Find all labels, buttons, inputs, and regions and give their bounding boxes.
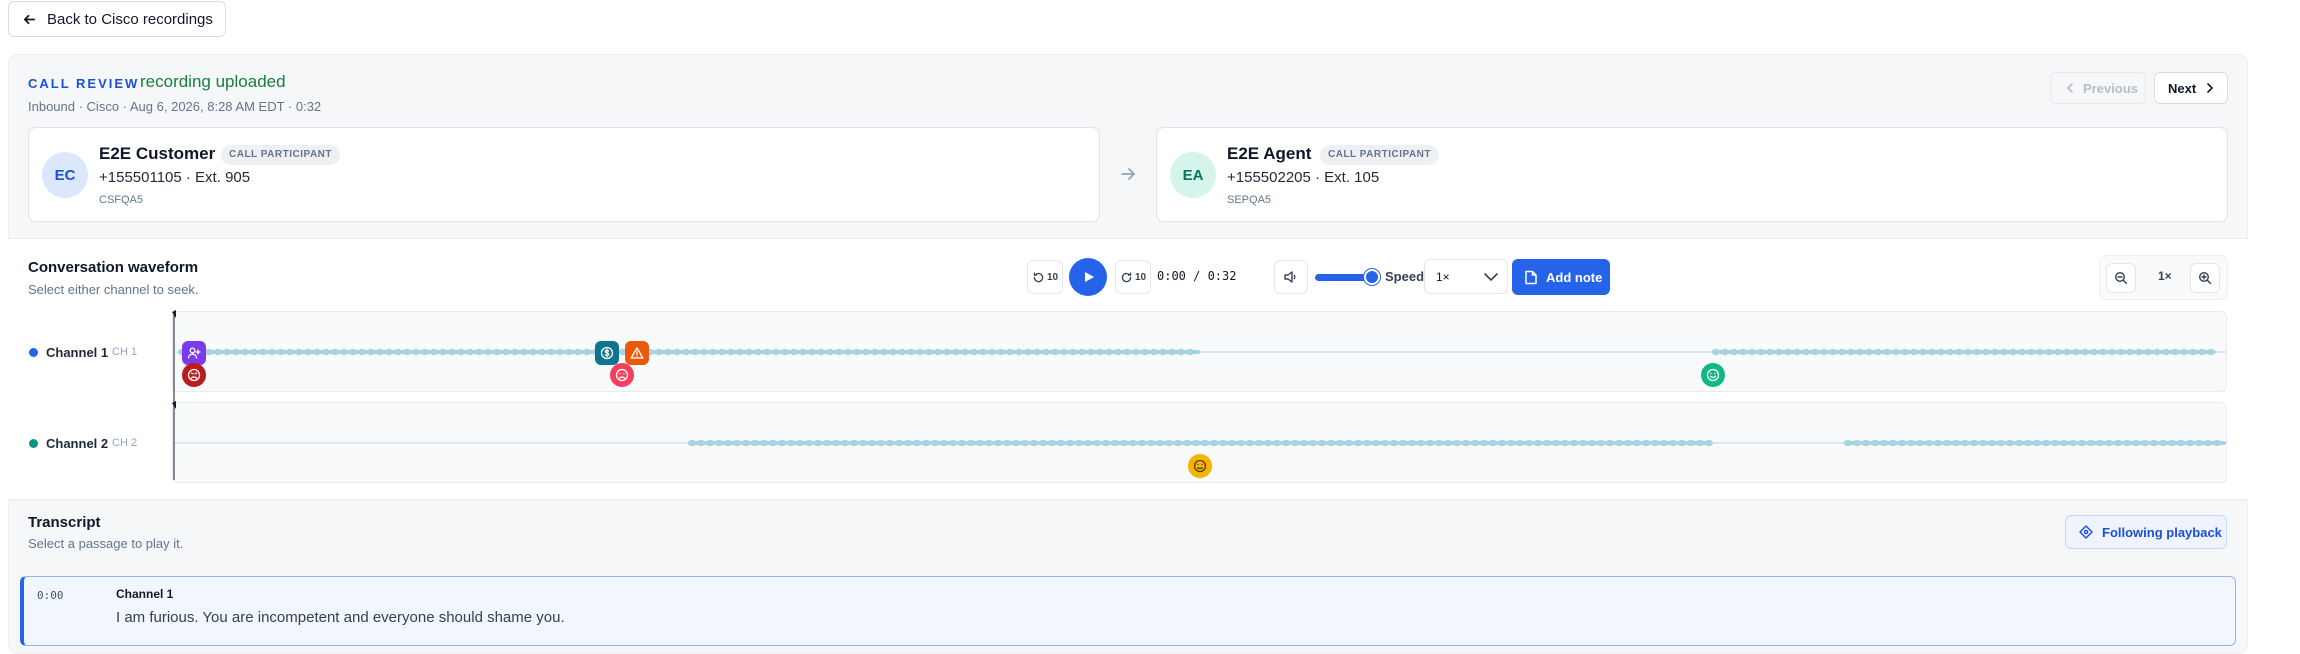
neutral-sentiment-marker[interactable] — [1188, 454, 1212, 478]
add-note-button[interactable]: Add note — [1512, 259, 1610, 295]
avatar: EC — [42, 152, 88, 198]
zoom-controls: 1× — [2099, 255, 2228, 300]
zoom-level: 1× — [2158, 269, 2172, 283]
participant-device: SEPQA5 — [1227, 194, 1272, 206]
channel-1-dot — [29, 348, 38, 357]
participant-badge: CALL PARTICIPANT — [221, 145, 340, 165]
following-playback-label: Following playback — [2102, 524, 2222, 540]
channel-2-label: Channel 2 — [46, 436, 109, 451]
rewind-label: 10 — [1046, 271, 1059, 283]
add-note-label: Add note — [1546, 269, 1603, 285]
agent-card: EA E2E Agent CALL PARTICIPANT +155502205… — [1156, 127, 2228, 222]
zoom-in-icon — [2198, 271, 2212, 285]
sad-face-icon — [615, 368, 629, 382]
transcript-title: Transcript — [28, 514, 101, 531]
locate-icon — [2079, 525, 2093, 539]
chevron-right-icon — [2207, 83, 2214, 93]
arrow-right-icon — [1121, 168, 1135, 180]
user-plus-icon — [187, 347, 201, 359]
playhead — [172, 310, 176, 480]
chevron-down-icon — [1484, 273, 1498, 282]
participant-name: E2E Customer — [99, 144, 216, 163]
playback-time: 0:00 / 0:32 — [1157, 269, 1237, 283]
recording-status: recording uploaded — [140, 72, 286, 91]
waveform-subtitle: Select either channel to seek. — [28, 282, 199, 297]
play-button[interactable] — [1069, 258, 1107, 296]
waveform-title: Conversation waveform — [28, 259, 199, 276]
zoom-out-button[interactable] — [2106, 263, 2136, 293]
volume-slider-thumb[interactable] — [1364, 269, 1380, 285]
rotate-ccw-icon — [1033, 271, 1044, 282]
call-review-kicker: CALL REVIEW — [28, 76, 140, 91]
transcript-time: 0:00 — [37, 589, 64, 602]
participant-name: E2E Agent — [1227, 144, 1312, 163]
chevron-left-icon — [2066, 83, 2073, 93]
volume-icon — [1284, 271, 1296, 283]
angry-sentiment-marker[interactable] — [182, 363, 206, 387]
speed-value: 1× — [1436, 269, 1450, 284]
following-playback-button[interactable]: Following playback — [2065, 515, 2227, 549]
forward-10-button[interactable]: 10 — [1115, 260, 1151, 294]
channel-2-waveform — [174, 439, 2226, 447]
back-button-label: Back to Cisco recordings — [47, 10, 213, 28]
arrow-left-icon — [23, 14, 36, 24]
previous-label: Previous — [2083, 80, 2138, 96]
angry-face-icon — [187, 368, 201, 382]
forward-label: 10 — [1134, 271, 1147, 283]
warning-marker[interactable] — [625, 341, 649, 365]
channel-2-code: CH 2 — [112, 437, 138, 449]
participant-device: CSFQA5 — [99, 194, 144, 206]
participant-badge: CALL PARTICIPANT — [1320, 145, 1439, 165]
transcript-speaker: Channel 1 — [116, 587, 174, 601]
avatar: EA — [1170, 152, 1216, 198]
zoom-in-button[interactable] — [2190, 263, 2220, 293]
call-meta: Inbound · Cisco · Aug 6, 2026, 8:28 AM E… — [28, 99, 322, 114]
speed-label: Speed — [1385, 269, 1425, 284]
back-button[interactable]: Back to Cisco recordings — [8, 1, 226, 37]
smile-face-icon — [1706, 368, 1720, 382]
play-icon — [1085, 272, 1094, 282]
negative-sentiment-marker[interactable] — [610, 363, 634, 387]
participant-phone: +155501105 · Ext. 905 — [99, 169, 251, 186]
note-icon — [1525, 270, 1537, 284]
channel-1-label: Channel 1 — [46, 345, 109, 360]
next-label: Next — [2168, 80, 2197, 96]
escalation-marker[interactable] — [182, 341, 206, 365]
channel-1-waveform — [174, 348, 2226, 356]
warning-icon — [630, 347, 644, 359]
dollar-icon — [600, 346, 614, 360]
previous-button[interactable]: Previous — [2050, 72, 2146, 104]
billing-marker[interactable] — [595, 341, 619, 365]
channel-2-dot — [29, 439, 38, 448]
rewind-10-button[interactable]: 10 — [1027, 260, 1063, 294]
positive-sentiment-marker[interactable] — [1701, 363, 1725, 387]
speed-select[interactable]: 1× — [1424, 259, 1508, 294]
neutral-face-icon — [1193, 459, 1207, 473]
transcript-subtitle: Select a passage to play it. — [28, 536, 184, 551]
customer-card: EC E2E Customer CALL PARTICIPANT +155501… — [28, 127, 1100, 222]
mute-button[interactable] — [1274, 260, 1308, 294]
next-button[interactable]: Next — [2154, 72, 2228, 104]
participant-phone: +155502205 · Ext. 105 — [1227, 169, 1380, 186]
rotate-cw-icon — [1121, 271, 1132, 282]
transcript-text: I am furious. You are incompetent and ev… — [116, 609, 565, 626]
channel-1-code: CH 1 — [112, 346, 138, 358]
zoom-out-icon — [2114, 271, 2128, 285]
